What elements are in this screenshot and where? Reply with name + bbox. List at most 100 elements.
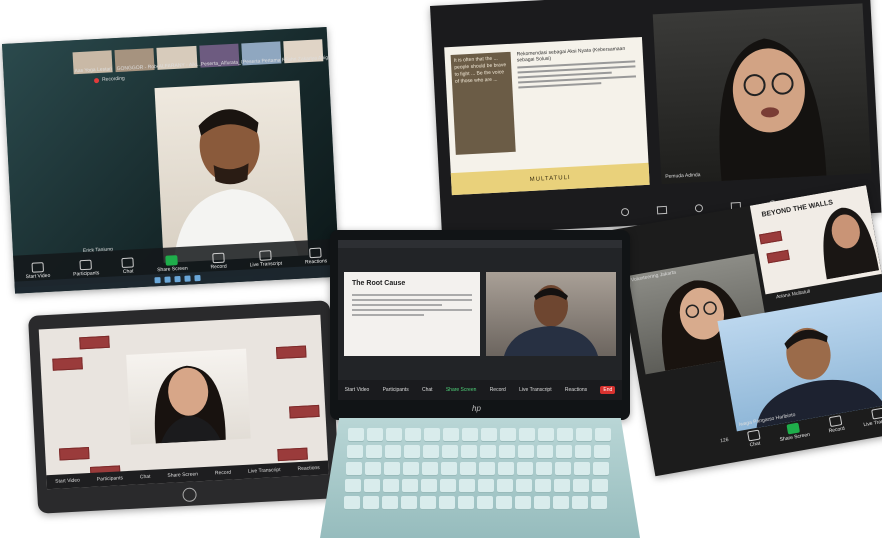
keyboard-key	[576, 428, 592, 441]
keyboard-key	[366, 445, 382, 458]
keyboard-key	[537, 445, 553, 458]
slide-footer-bar: MULTATULI	[450, 162, 650, 196]
shared-slide: It is often that the ... people should b…	[444, 36, 650, 196]
participants-button[interactable]: Participants	[72, 259, 99, 277]
video-icon	[31, 261, 44, 273]
keyboard-key	[385, 445, 401, 458]
participant-thumb: Peserta_Alfurata_0001	[198, 43, 252, 68]
keyboard-key	[575, 445, 591, 458]
live-transcript-button[interactable]: Live Transcript	[861, 406, 882, 428]
start-video-button[interactable]: Start Video	[25, 261, 50, 280]
recording-label: Recording	[101, 75, 125, 83]
keyboard-key	[403, 462, 419, 475]
record-button[interactable]: Record	[826, 415, 846, 435]
keyboard-key	[478, 479, 494, 492]
keyboard-key	[424, 428, 440, 441]
button-label: Participants	[73, 269, 100, 278]
participant-thumb: ALFARANY - Aiki...	[156, 45, 201, 70]
laptop-keyboard-deck	[320, 418, 640, 538]
start-video-button[interactable]: Start Video	[345, 387, 370, 393]
live-transcript-button[interactable]: Live Transcript	[519, 387, 552, 393]
keyboard-key	[443, 428, 459, 441]
participant-thumb: Peserta Pertama Rizal M...	[240, 41, 303, 66]
share-screen-button[interactable]: Share Screen	[167, 471, 198, 479]
start-video-button[interactable]: Start Video	[55, 478, 80, 485]
participant-thumb: GONGGOR - Roberto Galo	[114, 48, 178, 73]
cc-icon	[871, 407, 882, 420]
keyboard-key	[348, 428, 364, 441]
reactions-button[interactable]: Reactions	[297, 465, 320, 472]
keyboard-key	[439, 496, 455, 509]
participant-thumb: Aas Yoga Lestari	[72, 50, 113, 75]
monitor-top-left: Aas Yoga Lestari GONGGOR - Roberto Galo …	[2, 26, 340, 294]
participants-button[interactable]: Participants	[97, 475, 123, 482]
record-button[interactable]: Record	[490, 387, 506, 393]
keyboard-key	[555, 462, 571, 475]
slide-title: The Root Cause	[352, 280, 406, 287]
chat-button[interactable]: Chat	[746, 429, 762, 449]
live-transcript-button[interactable]: Live Transcript	[249, 249, 282, 268]
zoom-app-icon[interactable]	[193, 274, 201, 282]
keyboard-key	[593, 462, 609, 475]
participants-button[interactable]: Participants	[383, 387, 409, 393]
start-icon[interactable]	[153, 277, 161, 284]
video-icon[interactable]	[656, 205, 668, 215]
keyboard-key	[534, 496, 550, 509]
keyboard-key	[515, 496, 531, 509]
record-dot-icon	[93, 77, 100, 83]
end-meeting-button[interactable]: End	[600, 386, 616, 394]
share-screen-button[interactable]: Share Screen	[156, 254, 188, 273]
keyboard-key	[423, 445, 439, 458]
chat-button[interactable]: Chat	[422, 387, 433, 393]
keyboard-key	[458, 496, 474, 509]
speaker-person	[154, 365, 226, 444]
brick-decoration	[289, 404, 320, 419]
keyboard-key	[516, 479, 532, 492]
monitor-bottom-right: BEYOND THE WALLS Volunteering Jakarta Ar…	[612, 185, 882, 477]
speaker-video: Pemuda Adinda	[652, 3, 872, 185]
record-button[interactable]: Record	[215, 470, 231, 477]
speaker-video	[486, 272, 616, 356]
live-transcript-button[interactable]: Live Transcript	[248, 467, 281, 475]
participants-icon	[79, 259, 93, 270]
keyboard-key	[405, 428, 421, 441]
keyboard-key	[481, 428, 497, 441]
keyboard-key	[384, 462, 400, 475]
laptop-lid: The Root Cause Start Video Participants …	[330, 230, 630, 420]
zoom-toolbar: Start Video Participants Chat Share Scre…	[46, 460, 329, 490]
zoom-topbar	[338, 240, 622, 248]
record-icon	[211, 252, 225, 263]
mic-icon[interactable]	[620, 207, 630, 217]
chat-button[interactable]: Chat	[121, 256, 135, 275]
hp-logo-icon	[182, 487, 197, 503]
button-label: Record	[210, 263, 227, 270]
participant-thumb: Fahri Zakariya Abigail P...	[283, 39, 340, 64]
folder-icon[interactable]	[183, 275, 191, 282]
reactions-button[interactable]: Reactions	[565, 387, 587, 393]
hp-logo-icon: hp	[472, 404, 481, 413]
button-label: Record	[828, 425, 846, 435]
keyboard-key	[346, 462, 362, 475]
chat-button[interactable]: Chat	[140, 474, 151, 481]
browser-icon[interactable]	[173, 276, 181, 283]
keyboard-key	[496, 496, 512, 509]
record-button[interactable]: Record	[210, 252, 227, 270]
slide-text-lines	[344, 287, 480, 323]
keyboard-key	[401, 496, 417, 509]
share-screen-button[interactable]: Share Screen	[446, 387, 477, 393]
brick-decoration	[759, 230, 783, 245]
participants-icon[interactable]	[694, 203, 704, 213]
share-screen-button[interactable]: Share Screen	[777, 421, 810, 443]
speaker-person	[173, 109, 299, 263]
laptop-left: 1. CITACT - Multatuli Jade Start Video P…	[28, 300, 340, 514]
keyboard-key	[518, 445, 534, 458]
keyboard-key	[441, 462, 457, 475]
keyboard-key	[421, 479, 437, 492]
video-tile-banner: BEYOND THE WALLS	[749, 185, 882, 295]
brick-decoration	[52, 357, 83, 371]
keyboard-key	[592, 479, 608, 492]
search-icon[interactable]	[163, 276, 171, 283]
keyboard-key	[420, 496, 436, 509]
brick-decoration	[58, 446, 90, 461]
laptop-center: The Root Cause Start Video Participants …	[320, 230, 640, 540]
